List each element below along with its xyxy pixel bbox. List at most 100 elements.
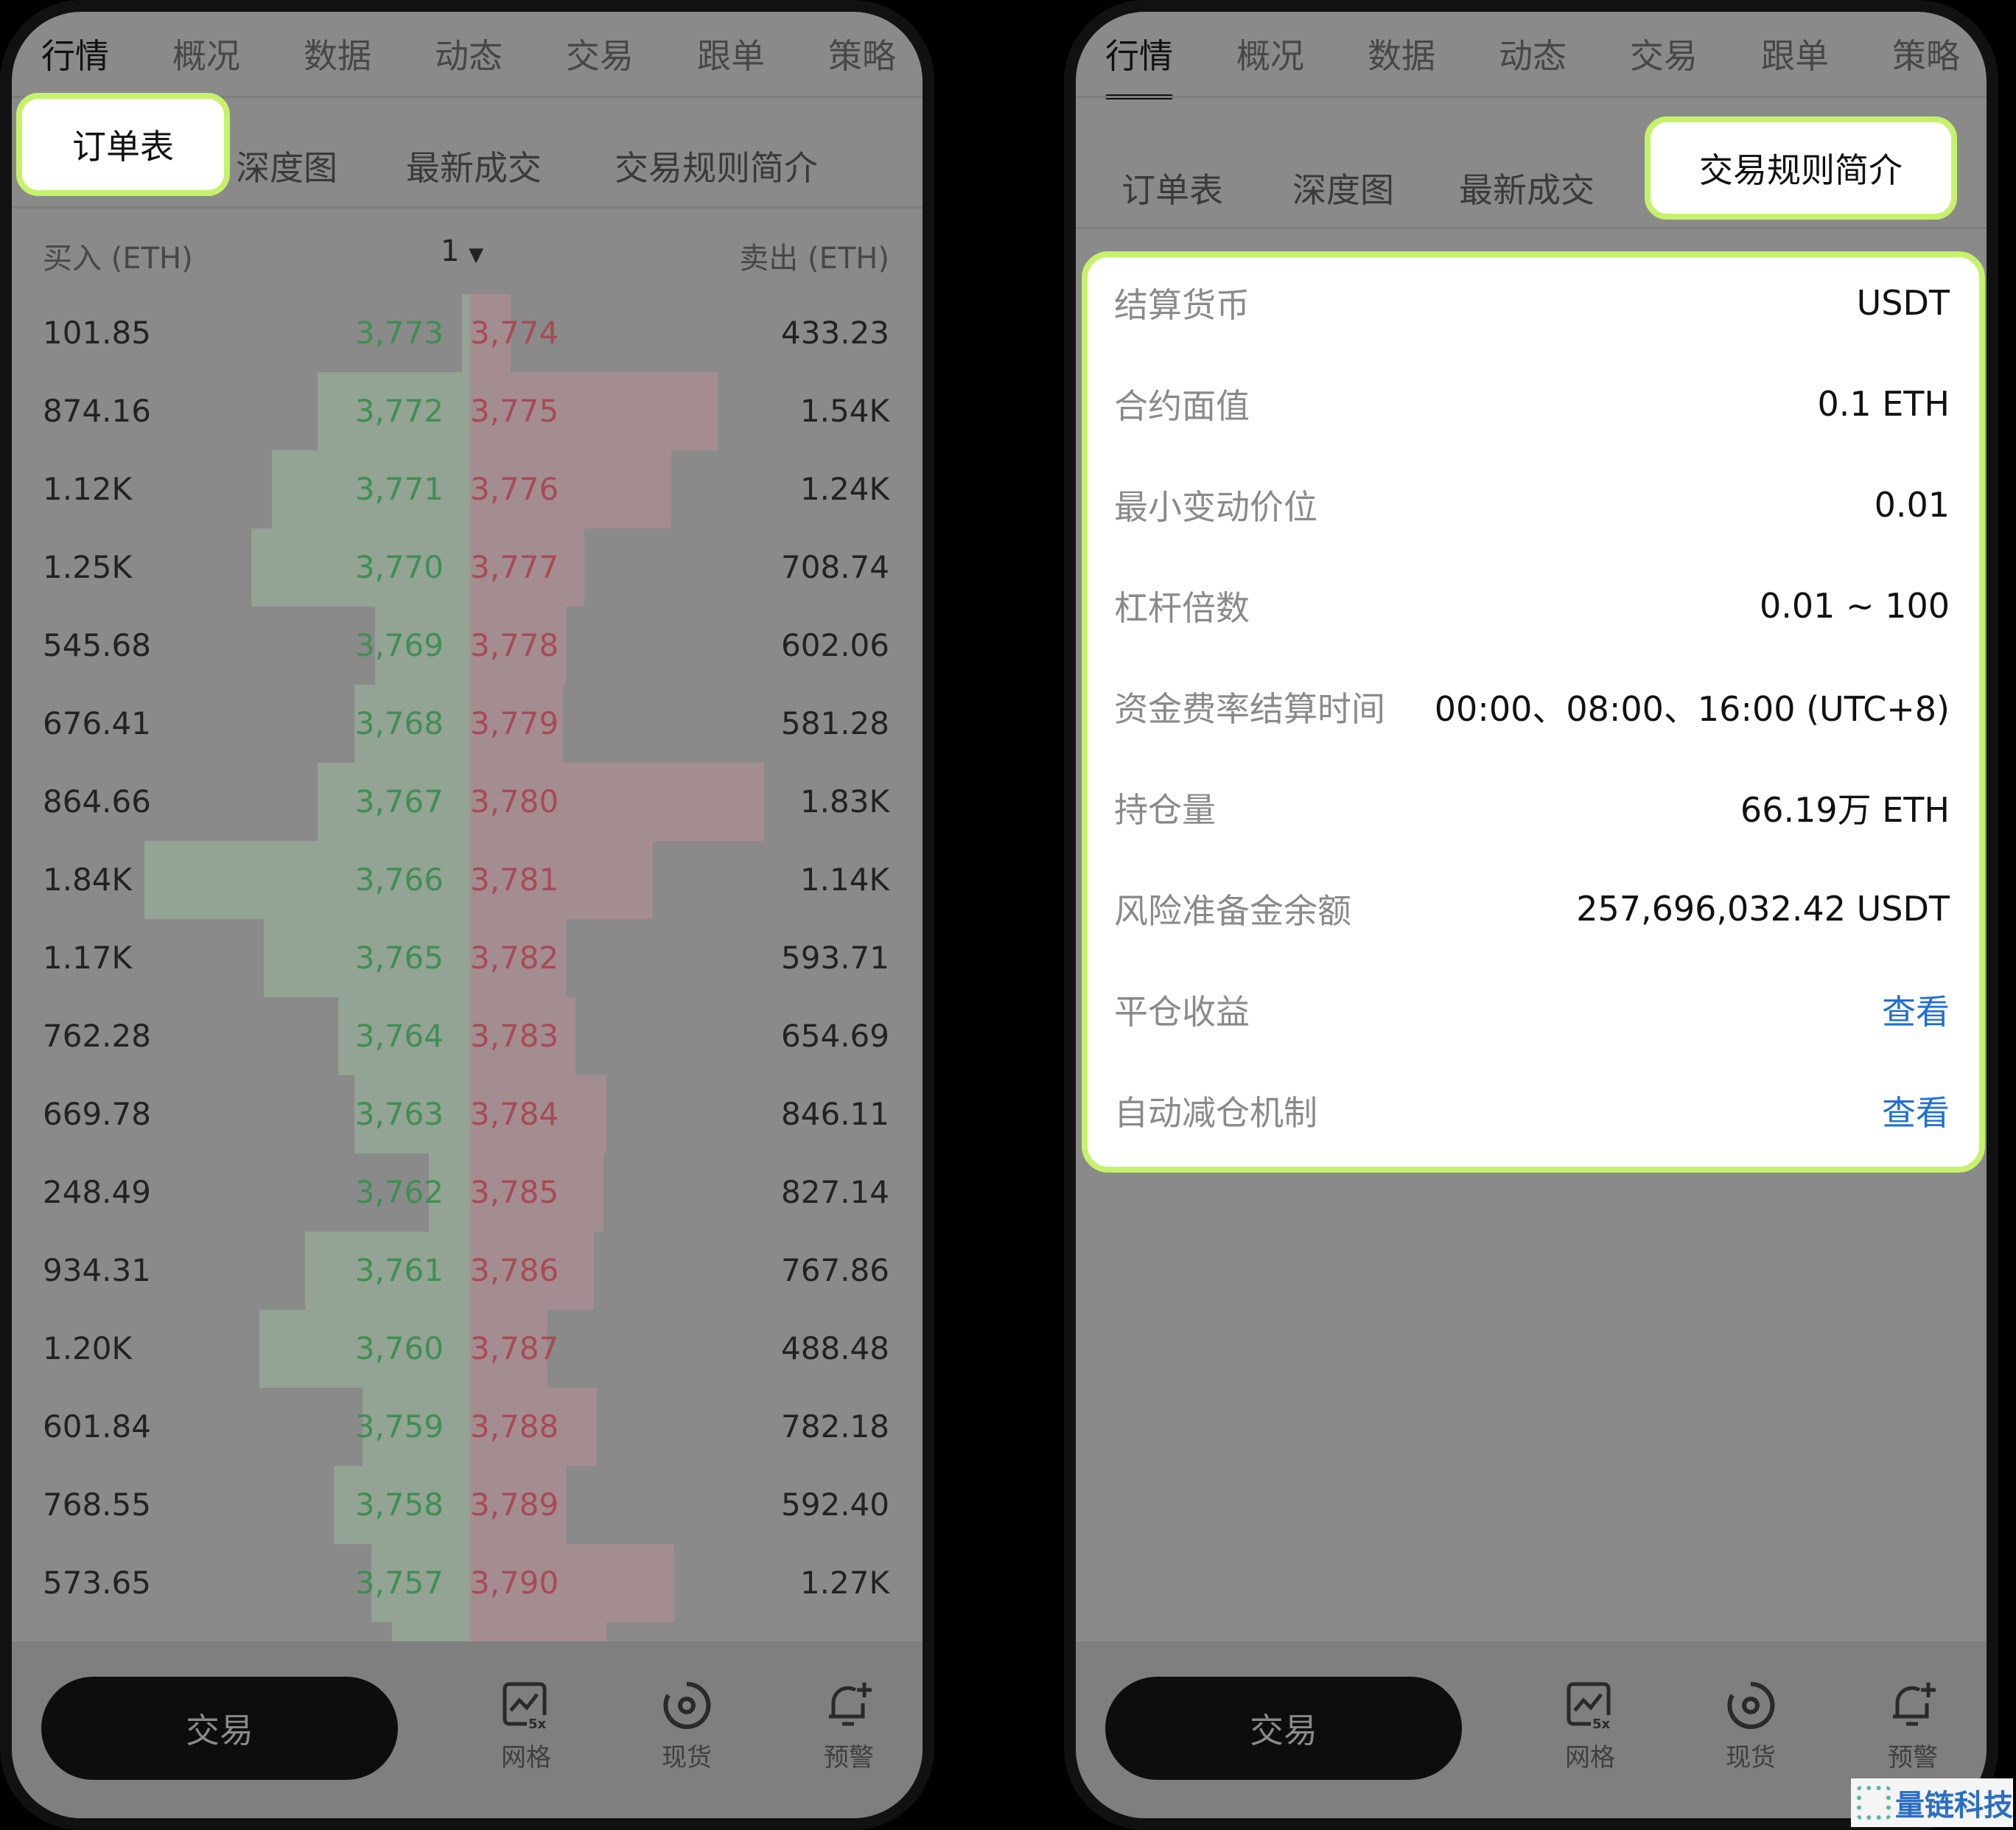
orderbook-row[interactable]: 1.20K 3,760 3,787 488.48 xyxy=(12,1310,923,1388)
tab-overview[interactable]: 概况 xyxy=(172,27,240,100)
trade-button[interactable]: 交易 xyxy=(41,1677,398,1780)
rule-row[interactable]: 自动减仓机制 查看 xyxy=(1114,1074,1950,1148)
rule-value: 0.1 ETH xyxy=(1817,384,1950,424)
orderbook-row[interactable]: 248.49 3,762 3,785 827.14 xyxy=(12,1153,923,1232)
subtab-latest-trades[interactable]: 最新成交 xyxy=(1459,164,1595,212)
tab-copy[interactable]: 跟单 xyxy=(697,27,765,100)
alert-bell-icon xyxy=(829,1683,872,1726)
tab-trade[interactable]: 交易 xyxy=(1630,27,1698,100)
orderbook-row[interactable]: 573.65 3,757 3,790 1.27K xyxy=(12,1544,923,1622)
orderbook-row[interactable]: 934.31 3,761 3,786 767.86 xyxy=(12,1232,923,1310)
bottom-bar: 交易 5x 网格 现货 预警 xyxy=(1076,1641,1987,1818)
bid-price: 3,772 xyxy=(354,393,444,429)
ask-quantity: 1.54K xyxy=(799,393,889,429)
bid-quantity: 1.20K xyxy=(43,1330,133,1366)
grid-bot-button[interactable]: 5x 网格 xyxy=(475,1680,578,1773)
orderbook-row[interactable]: 762.28 3,764 3,783 654.69 xyxy=(12,997,923,1075)
orderbook-row[interactable]: 669.78 3,763 3,784 846.11 xyxy=(12,1075,923,1153)
orderbook-row[interactable]: 1.84K 3,766 3,781 1.14K xyxy=(12,841,923,919)
precision-selector[interactable]: 1 ▼ xyxy=(441,234,483,268)
grid-bot-button[interactable]: 5x 网格 xyxy=(1539,1680,1642,1773)
ask-quantity: 767.86 xyxy=(781,1252,889,1288)
ask-price: 3,780 xyxy=(470,783,559,820)
orderbook-row[interactable]: 864.66 3,767 3,780 1.83K xyxy=(12,763,923,841)
tab-data[interactable]: 数据 xyxy=(1368,27,1435,100)
ask-quantity: 654.69 xyxy=(781,1018,889,1054)
ask-price: 3,781 xyxy=(470,862,559,898)
bid-quantity: 573.65 xyxy=(43,1565,151,1601)
ask-quantity: 488.48 xyxy=(781,1330,889,1366)
tab-news[interactable]: 动态 xyxy=(1499,27,1567,100)
subtab-orderbook[interactable]: 订单表 xyxy=(16,93,230,196)
ask-price: 3,785 xyxy=(470,1174,559,1210)
alert-button[interactable]: 预警 xyxy=(1861,1680,1964,1773)
ask-quantity: 592.40 xyxy=(781,1487,889,1523)
ask-quantity: 827.14 xyxy=(781,1174,889,1210)
rule-value: 257,696,032.42 USDT xyxy=(1576,889,1950,929)
alert-bell-icon xyxy=(1893,1683,1936,1726)
top-nav: 行情 概况 数据 动态 交易 跟单 策略 xyxy=(1105,27,1987,100)
view-link[interactable]: 查看 xyxy=(1882,1086,1950,1135)
ask-price: 3,790 xyxy=(470,1565,559,1601)
subtab-orderbook[interactable]: 订单表 xyxy=(1121,164,1223,212)
orderbook-row[interactable]: 601.84 3,759 3,788 782.18 xyxy=(12,1388,923,1466)
orderbook-row[interactable]: 1.17K 3,765 3,782 593.71 xyxy=(12,919,923,997)
tab-data[interactable]: 数据 xyxy=(304,27,371,100)
ask-price: 3,777 xyxy=(470,549,559,585)
orderbook-row[interactable]: 874.16 3,772 3,775 1.54K xyxy=(12,372,923,450)
bid-price: 3,759 xyxy=(354,1408,444,1445)
ask-quantity: 581.28 xyxy=(781,705,889,741)
rule-label: 风险准备金余额 xyxy=(1114,891,1351,931)
bid-price: 3,765 xyxy=(354,940,444,976)
bid-quantity: 676.41 xyxy=(43,705,151,741)
spot-button[interactable]: 现货 xyxy=(1699,1680,1802,1773)
ask-quantity: 708.74 xyxy=(781,549,889,585)
tab-strategy[interactable]: 策略 xyxy=(1892,27,1960,100)
subtab-trading-rules[interactable]: 交易规则简介 xyxy=(615,142,818,190)
subtab-depth[interactable]: 深度图 xyxy=(1292,164,1394,212)
tab-trade[interactable]: 交易 xyxy=(566,27,634,100)
tab-copy[interactable]: 跟单 xyxy=(1761,27,1829,100)
tab-market[interactable]: 行情 xyxy=(1105,27,1173,100)
tab-strategy[interactable]: 策略 xyxy=(828,27,896,100)
bid-column-label: 买入 (ETH) xyxy=(43,242,193,276)
bid-price: 3,770 xyxy=(354,549,444,585)
divider xyxy=(1076,96,1987,98)
tab-market[interactable]: 行情 xyxy=(41,27,109,100)
ask-quantity: 602.06 xyxy=(781,627,889,663)
bid-quantity: 669.78 xyxy=(43,1096,151,1132)
subtab-latest-trades[interactable]: 最新成交 xyxy=(406,142,542,190)
orderbook-row[interactable]: 676.41 3,768 3,779 581.28 xyxy=(12,685,923,763)
spot-button[interactable]: 现货 xyxy=(635,1680,738,1773)
bid-price: 3,762 xyxy=(354,1174,444,1210)
bid-quantity: 762.28 xyxy=(43,1018,151,1054)
ask-price: 3,782 xyxy=(470,940,559,976)
bid-price: 3,761 xyxy=(354,1252,444,1288)
ask-price: 3,779 xyxy=(470,705,559,741)
ask-price: 3,784 xyxy=(470,1096,559,1132)
bid-price: 3,760 xyxy=(354,1330,444,1366)
ask-price: 3,787 xyxy=(470,1330,559,1366)
view-link[interactable]: 查看 xyxy=(1882,985,1950,1034)
rule-row[interactable]: 平仓收益 查看 xyxy=(1114,973,1950,1047)
phone-screen-orderbook: 行情 概况 数据 动态 交易 跟单 策略 订单表 深度图 最新成交 交易规则简介… xyxy=(0,0,934,1830)
bid-quantity: 934.31 xyxy=(43,1252,151,1288)
orderbook-row[interactable]: 1.25K 3,770 3,777 708.74 xyxy=(12,528,923,607)
subtab-depth[interactable]: 深度图 xyxy=(236,142,337,190)
subtab-trading-rules[interactable]: 交易规则简介 xyxy=(1645,116,1957,220)
ask-quantity: 1.24K xyxy=(799,471,889,507)
ask-quantity: 593.71 xyxy=(781,940,889,976)
orderbook-row[interactable]: 545.68 3,769 3,778 602.06 xyxy=(12,607,923,685)
orderbook-row[interactable]: 768.55 3,758 3,789 592.40 xyxy=(12,1466,923,1544)
rule-label: 最小变动价位 xyxy=(1114,487,1317,527)
ask-quantity: 1.83K xyxy=(799,783,889,820)
trade-button[interactable]: 交易 xyxy=(1105,1677,1462,1780)
orderbook-row[interactable]: 1.12K 3,771 3,776 1.24K xyxy=(12,450,923,528)
tab-overview[interactable]: 概况 xyxy=(1236,27,1304,100)
tab-news[interactable]: 动态 xyxy=(435,27,503,100)
orderbook-row[interactable]: 101.85 3,773 3,774 433.23 xyxy=(12,294,923,372)
top-nav: 行情 概况 数据 动态 交易 跟单 策略 xyxy=(41,27,923,100)
rule-value: 0.01 xyxy=(1874,485,1950,525)
grid-bot-icon: 5x xyxy=(503,1682,549,1731)
alert-button[interactable]: 预警 xyxy=(797,1680,900,1773)
